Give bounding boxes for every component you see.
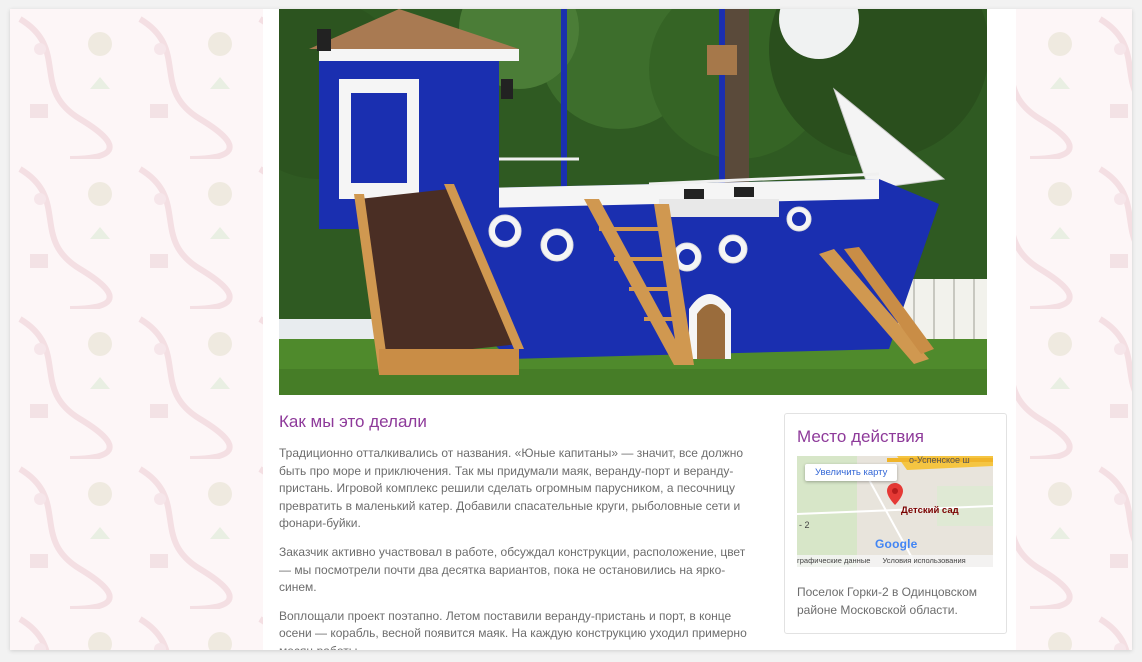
- map-embed[interactable]: о-Успенское ш Увеличить карту Детский са…: [797, 456, 993, 567]
- location-address: Поселок Горки-2 в Одинцовском районе Мос…: [797, 585, 978, 617]
- map-street-label: о-Успенское ш: [909, 456, 970, 465]
- location-title: Место действия: [797, 427, 924, 446]
- main-content: Как мы это делали Традиционно отталкивал…: [263, 9, 1016, 650]
- enlarge-map-button[interactable]: Увеличить карту: [805, 464, 898, 481]
- location-card: Место действия о-Успенское ш Увеличить к…: [784, 413, 1007, 634]
- article-paragraph: Заказчик активно участвовал в работе, об…: [279, 544, 746, 595]
- hero-image: [279, 9, 987, 395]
- map-pin-label: Детский сад: [901, 505, 959, 516]
- map-pin-icon[interactable]: [887, 483, 903, 507]
- page-frame: Как мы это делали Традиционно отталкивал…: [10, 9, 1132, 650]
- google-logo: Google: [875, 537, 918, 551]
- map-footer: графические данные Условия использования: [797, 555, 993, 567]
- map-data-link[interactable]: графические данные: [797, 556, 870, 565]
- article-title: Как мы это делали: [279, 412, 427, 431]
- article-paragraph: Традиционно отталкивались от названия. «…: [279, 446, 744, 531]
- article: Как мы это делали Традиционно отталкивал…: [279, 412, 759, 650]
- article-paragraph: Воплощали проект поэтапно. Летом постави…: [279, 608, 747, 650]
- map-terms-link[interactable]: Условия использования: [882, 556, 965, 565]
- map-scale-label: - 2: [799, 520, 810, 530]
